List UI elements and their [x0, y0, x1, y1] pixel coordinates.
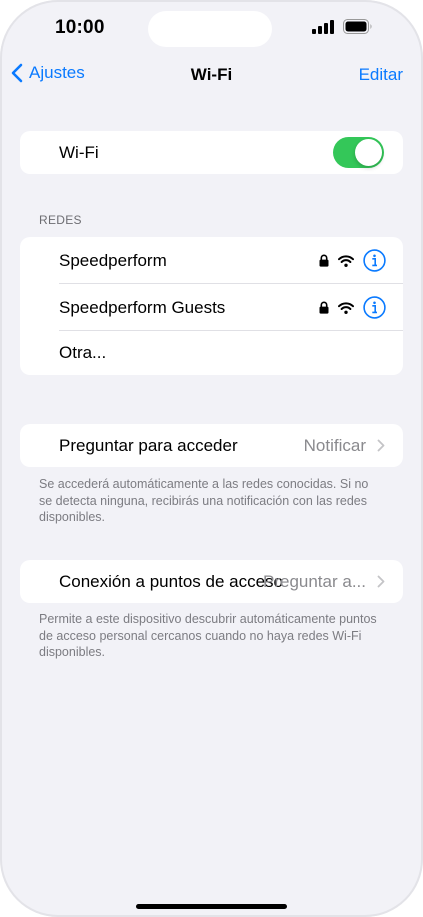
lock-icon — [319, 254, 329, 267]
hotspot-row[interactable]: Conexión a puntos de acceso Preguntar a.… — [20, 560, 403, 603]
hotspot-value: Preguntar a... — [262, 571, 366, 591]
info-icon[interactable] — [363, 296, 386, 319]
chevron-right-icon — [377, 575, 385, 588]
wifi-signal-icon — [338, 254, 354, 267]
network-name: Speedperform — [59, 250, 167, 270]
network-row-speedperform[interactable]: Speedperform — [20, 237, 403, 284]
dynamic-island — [148, 11, 272, 47]
lock-icon — [319, 301, 329, 314]
hotspot-label: Conexión a puntos de acceso — [59, 571, 283, 591]
networks-card: Speedperform Speedperform Guests Otra... — [20, 237, 403, 375]
phone-screen: 10:00 Ajustes Wi-Fi Editar Wi-Fi REDES S… — [0, 0, 423, 917]
other-network-label: Otra... — [59, 343, 107, 362]
edit-button[interactable]: Editar — [359, 65, 403, 85]
network-name: Speedperform Guests — [59, 297, 226, 317]
home-indicator[interactable] — [136, 904, 287, 909]
ask-join-label: Preguntar para acceder — [59, 435, 238, 455]
chevron-right-icon — [377, 439, 385, 452]
wifi-label: Wi-Fi — [59, 142, 99, 162]
info-icon[interactable] — [363, 249, 386, 272]
status-time: 10:00 — [55, 17, 105, 38]
networks-header: REDES — [39, 213, 82, 227]
wifi-signal-icon — [338, 301, 354, 314]
wifi-row: Wi-Fi — [20, 131, 403, 174]
toggle-knob — [355, 139, 382, 166]
ask-join-row[interactable]: Preguntar para acceder Notificar — [20, 424, 403, 467]
network-row-speedperform-guests[interactable]: Speedperform Guests — [20, 284, 403, 331]
cellular-signal-icon — [312, 20, 334, 34]
ask-join-value: Notificar — [303, 435, 366, 455]
hotspot-card: Conexión a puntos de acceso Preguntar a.… — [20, 560, 403, 603]
ask-join-card: Preguntar para acceder Notificar — [20, 424, 403, 467]
hotspot-footer: Permite a este dispositivo descubrir aut… — [39, 612, 377, 659]
other-network-row[interactable]: Otra... — [20, 331, 403, 375]
wifi-toggle[interactable] — [333, 137, 384, 168]
ask-join-footer: Se accederá automáticamente a las redes … — [39, 477, 369, 524]
wifi-toggle-card: Wi-Fi — [20, 131, 403, 174]
battery-icon — [343, 19, 372, 34]
